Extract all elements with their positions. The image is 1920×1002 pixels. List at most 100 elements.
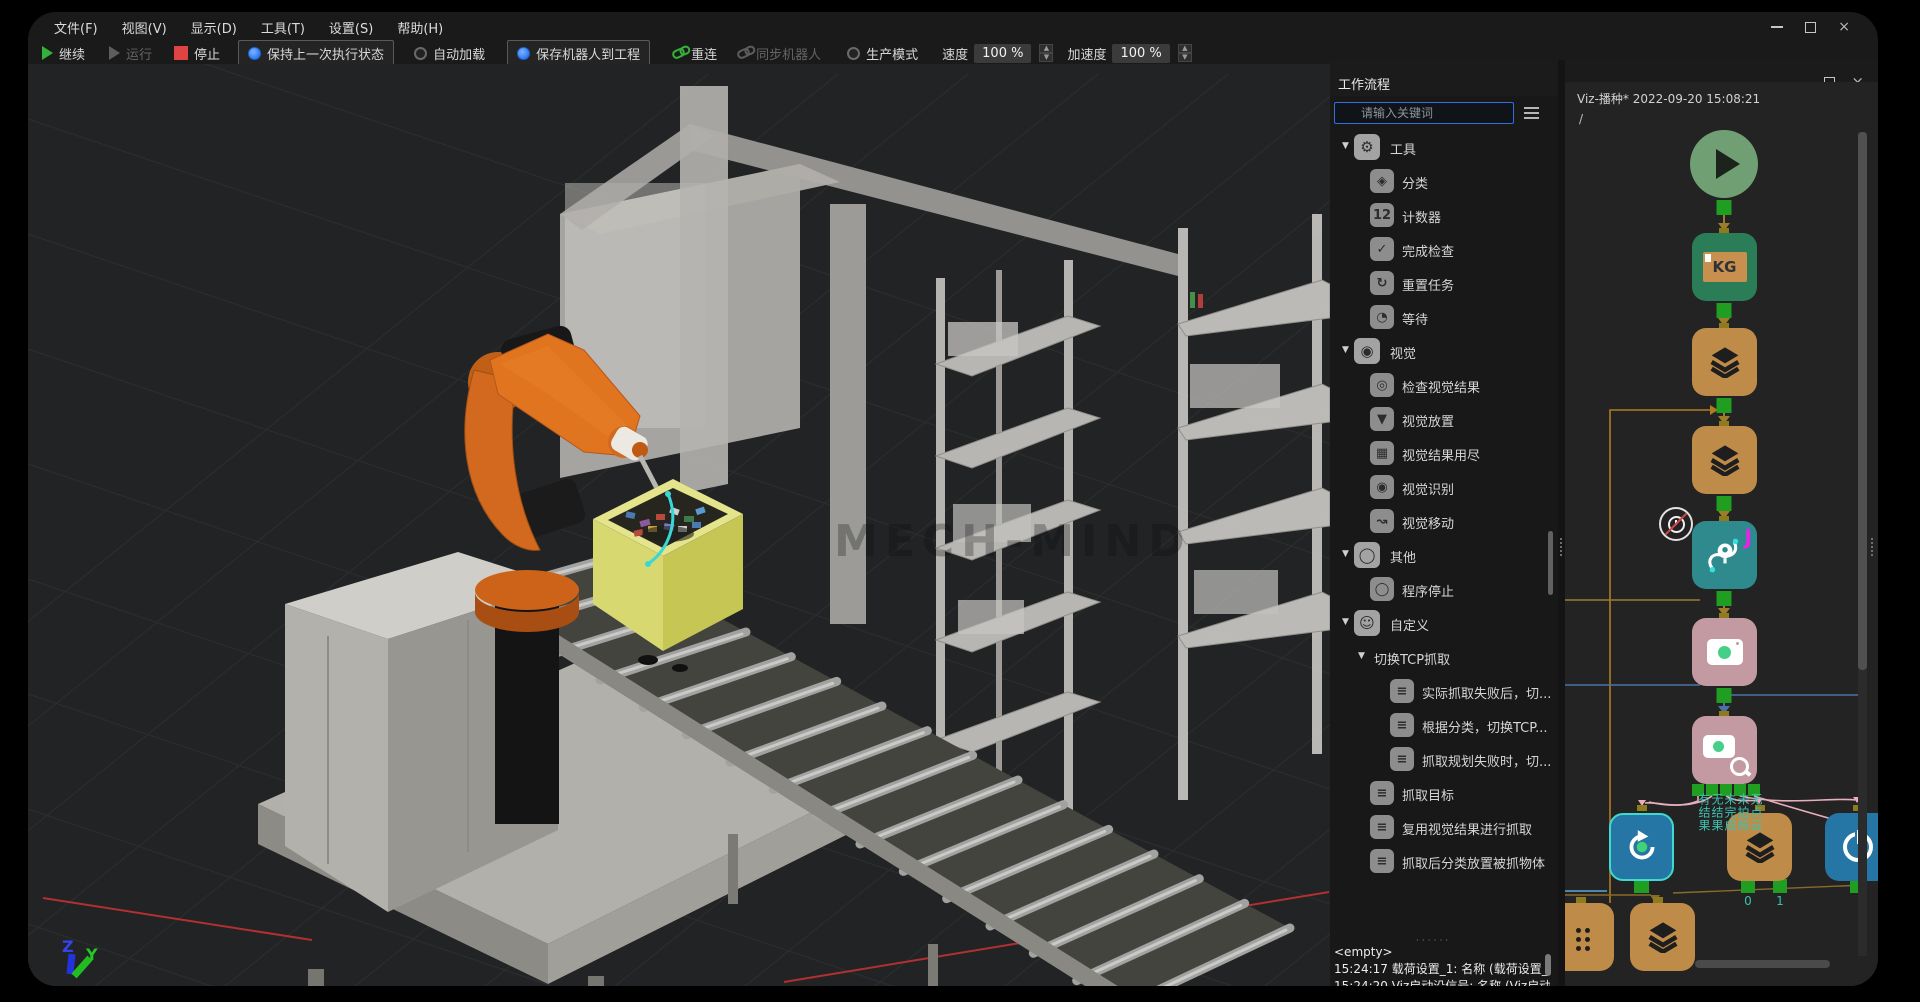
sync-robot-button: 同步机器人 bbox=[737, 44, 821, 63]
vision-move-icon: ↝ bbox=[1370, 509, 1394, 533]
counter-icon: 12 bbox=[1370, 203, 1394, 227]
node-procedure-2[interactable] bbox=[1692, 426, 1757, 494]
tree-item-label: 抓取目标 bbox=[1402, 785, 1454, 804]
stop-button[interactable]: 停止 bbox=[174, 44, 220, 63]
tree-item[interactable]: ▼◉视觉 bbox=[1330, 334, 1558, 368]
restore-icon[interactable] bbox=[1805, 22, 1816, 33]
graph-vscrollbar-track[interactable] bbox=[1858, 132, 1867, 956]
tree-item[interactable]: ≡抓取后分类放置被抓物体 bbox=[1330, 844, 1558, 878]
tree-item[interactable]: ✓完成检查 bbox=[1330, 232, 1558, 266]
expand-arrow-icon[interactable]: ▼ bbox=[1342, 617, 1349, 627]
tree-item[interactable]: ↻重置任务 bbox=[1330, 266, 1558, 300]
tree-item[interactable]: ≡实际抓取失败后，切... bbox=[1330, 674, 1558, 708]
acceleration-stepper[interactable]: ▲▼ bbox=[1178, 44, 1192, 62]
octagon-icon: ◯ bbox=[1354, 542, 1380, 568]
tree-item[interactable]: ▦视觉结果用尽 bbox=[1330, 436, 1558, 470]
start-play-icon bbox=[1716, 149, 1740, 179]
node-vision-move[interactable]: J bbox=[1692, 521, 1757, 589]
node-program-stop[interactable] bbox=[1825, 813, 1878, 881]
workflow-panel: 工作流程 × ▼⚙工具◈分类12计数器✓完成检查↻重置任务◔等待▼◉视觉◎检查视… bbox=[1330, 60, 1878, 986]
node-procedure-1[interactable] bbox=[1692, 328, 1757, 396]
tree-item[interactable]: ▼ ⚙ 工具 bbox=[1330, 130, 1558, 164]
graph-vscrollbar[interactable] bbox=[1858, 132, 1867, 670]
tree-item[interactable]: ▼☺自定义 bbox=[1330, 606, 1558, 640]
tree-item[interactable]: ▼ 切换TCP抓取 bbox=[1330, 640, 1558, 674]
node-vision-recognize[interactable] bbox=[1692, 618, 1757, 686]
save-robot-toggle[interactable]: 保存机器人到工程 bbox=[507, 40, 650, 67]
tree-item[interactable]: ≡ 抓取目标 bbox=[1330, 776, 1558, 810]
menu-help[interactable]: 帮助(H) bbox=[397, 18, 443, 37]
close-icon[interactable]: × bbox=[1838, 21, 1850, 33]
tree-item[interactable]: ▼◯其他 bbox=[1330, 538, 1558, 572]
tree-item-label: 视觉移动 bbox=[1402, 513, 1454, 532]
octagon-icon: ◯ bbox=[1370, 577, 1394, 601]
acceleration-value[interactable]: 100 % bbox=[1112, 44, 1169, 63]
tree-item-label: 视觉放置 bbox=[1402, 411, 1454, 430]
completion-icon: ✓ bbox=[1370, 237, 1394, 261]
log-scrollbar[interactable] bbox=[1545, 954, 1551, 976]
node-start[interactable] bbox=[1690, 130, 1758, 198]
node-set-payload[interactable]: KG bbox=[1692, 233, 1757, 301]
tree-item[interactable]: ≡根据分类，切换TCP... bbox=[1330, 708, 1558, 742]
viewport-3d-scene[interactable]: MECH-MIND Z Y bbox=[28, 64, 1330, 986]
tree-item[interactable]: ≡抓取规划失败时，切... bbox=[1330, 742, 1558, 776]
stop-icon bbox=[174, 46, 188, 60]
tree-scrollbar[interactable] bbox=[1548, 531, 1553, 595]
toggle-on-icon bbox=[248, 47, 261, 60]
tree-item[interactable]: ◎检查视觉结果 bbox=[1330, 368, 1558, 402]
vision-exhausted-icon: ▦ bbox=[1370, 441, 1394, 465]
log-line: <empty> bbox=[1334, 944, 1550, 961]
payload-kg-icon: KG bbox=[1703, 252, 1747, 282]
toggle-off-icon bbox=[847, 47, 860, 60]
sync-icon bbox=[736, 46, 752, 60]
tree-item-label: 重置任务 bbox=[1402, 275, 1454, 294]
tree-item[interactable]: ◈分类 bbox=[1330, 164, 1558, 198]
acceleration-label: 加速度 bbox=[1067, 44, 1106, 63]
step-library: ▼⚙工具◈分类12计数器✓完成检查↻重置任务◔等待▼◉视觉◎检查视觉结果▼视觉放… bbox=[1330, 96, 1558, 986]
node-procedure-4[interactable] bbox=[1630, 903, 1695, 971]
tree-item[interactable]: ≡复用视觉结果进行抓取 bbox=[1330, 810, 1558, 844]
branch-labels: 有结果无结果未完成未拍照无点云 bbox=[1697, 793, 1762, 832]
tree-item-label: 切换TCP抓取 bbox=[1374, 649, 1450, 668]
menu-file[interactable]: 文件(F) bbox=[54, 18, 98, 37]
tree-item-label: 工具 bbox=[1390, 139, 1416, 158]
toolbox-icon: ⚙ bbox=[1354, 134, 1380, 160]
node-loop-selected[interactable] bbox=[1609, 813, 1674, 881]
production-mode-toggle[interactable]: 生产模式 bbox=[847, 44, 918, 63]
graph-hscrollbar[interactable] bbox=[1695, 960, 1830, 968]
speed-value[interactable]: 100 % bbox=[974, 44, 1031, 63]
window-controls: × bbox=[1771, 21, 1850, 33]
tree-item-label: 检查视觉结果 bbox=[1402, 377, 1480, 396]
menu-display[interactable]: 显示(D) bbox=[191, 18, 237, 37]
continue-button[interactable]: 继续 bbox=[42, 44, 85, 63]
node-check-vision-result[interactable] bbox=[1692, 716, 1757, 784]
minimize-icon[interactable] bbox=[1771, 26, 1783, 28]
auto-load-toggle[interactable]: 自动加载 bbox=[414, 44, 485, 63]
run-button: 运行 bbox=[109, 44, 152, 63]
keep-last-state-toggle[interactable]: 保持上一次执行状态 bbox=[238, 40, 394, 67]
layers-icon bbox=[1707, 346, 1743, 378]
expand-arrow-icon[interactable]: ▼ bbox=[1358, 651, 1365, 661]
reconnect-button[interactable]: 重连 bbox=[672, 44, 717, 63]
menu-tools[interactable]: 工具(T) bbox=[261, 18, 305, 37]
tree-item[interactable]: ◯程序停止 bbox=[1330, 572, 1558, 606]
menu-view[interactable]: 视图(V) bbox=[122, 18, 167, 37]
panel-splitter[interactable] bbox=[1558, 60, 1565, 986]
list-view-icon[interactable] bbox=[1524, 107, 1539, 109]
search-input[interactable] bbox=[1334, 102, 1514, 124]
node-partial[interactable] bbox=[1565, 903, 1614, 971]
tree-item[interactable]: ↝ 视觉移动 bbox=[1330, 504, 1558, 538]
tree-item-label: 视觉识别 bbox=[1402, 479, 1454, 498]
speed-stepper[interactable]: ▲▼ bbox=[1039, 44, 1053, 62]
menu-settings[interactable]: 设置(S) bbox=[329, 18, 373, 37]
expand-arrow-icon[interactable]: ▼ bbox=[1342, 141, 1349, 151]
tree-item[interactable]: ▼视觉放置 bbox=[1330, 402, 1558, 436]
layers-icon: ≡ bbox=[1390, 713, 1414, 737]
tree-item[interactable]: ◔等待 bbox=[1330, 300, 1558, 334]
tree-item[interactable]: 12计数器 bbox=[1330, 198, 1558, 232]
expand-arrow-icon[interactable]: ▼ bbox=[1342, 549, 1349, 559]
expand-arrow-icon[interactable]: ▼ bbox=[1342, 345, 1349, 355]
workflow-graph[interactable]: Viz-播种* 2022-09-20 15:08:21 / bbox=[1565, 82, 1878, 986]
tree-item[interactable]: ◉视觉识别 bbox=[1330, 470, 1558, 504]
layers-icon: ≡ bbox=[1370, 781, 1394, 805]
